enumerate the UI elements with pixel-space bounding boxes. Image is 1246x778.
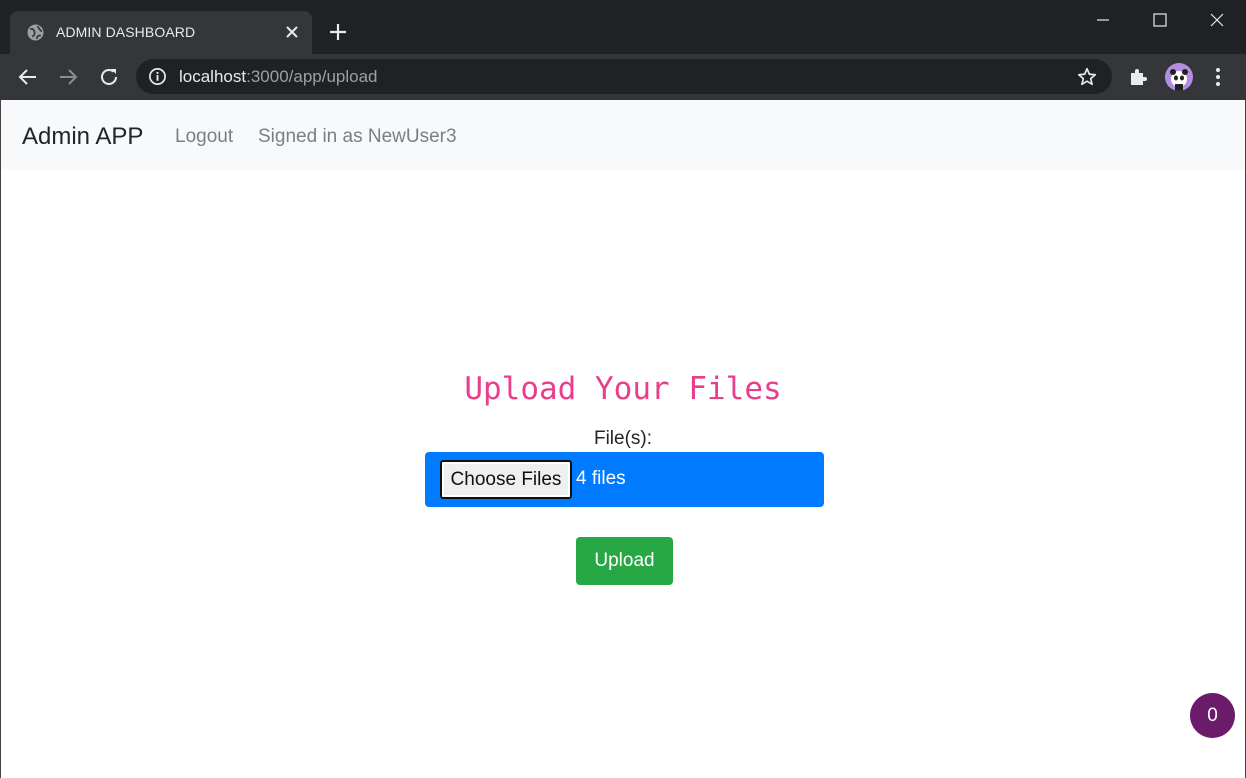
url-text: localhost:3000/app/upload bbox=[179, 67, 378, 87]
forward-arrow-icon[interactable] bbox=[56, 65, 80, 89]
choose-files-button[interactable]: Choose Files bbox=[440, 460, 572, 499]
files-label: File(s): bbox=[593, 428, 653, 449]
browser-toolbar: localhost:3000/app/upload bbox=[0, 54, 1246, 100]
kebab-menu-icon[interactable] bbox=[1206, 65, 1230, 89]
info-icon[interactable] bbox=[148, 67, 167, 86]
navbar-brand[interactable]: Admin APP bbox=[22, 123, 143, 151]
address-bar[interactable]: localhost:3000/app/upload bbox=[136, 59, 1112, 94]
browser-tab[interactable]: ADMIN DASHBOARD bbox=[10, 11, 312, 54]
upload-button[interactable]: Upload bbox=[576, 537, 673, 585]
page-title: Upload Your Files bbox=[464, 371, 782, 407]
logout-link[interactable]: Logout bbox=[175, 126, 233, 148]
minimize-window-icon[interactable] bbox=[1074, 0, 1132, 40]
profile-avatar[interactable] bbox=[1165, 63, 1193, 91]
app-navbar: Admin APP Logout Signed in as NewUser3 bbox=[1, 100, 1245, 170]
selected-file-count: 4 files bbox=[576, 468, 626, 489]
back-arrow-icon[interactable] bbox=[16, 65, 40, 89]
page-content: Admin APP Logout Signed in as NewUser3 U… bbox=[0, 100, 1246, 778]
bookmark-star-icon[interactable] bbox=[1076, 66, 1098, 88]
url-host: localhost bbox=[179, 67, 247, 86]
file-input[interactable]: Choose Files 4 files bbox=[425, 452, 824, 507]
new-tab-icon[interactable] bbox=[326, 20, 350, 44]
browser-tab-strip: ADMIN DASHBOARD bbox=[0, 0, 1246, 54]
tab-title: ADMIN DASHBOARD bbox=[56, 24, 196, 40]
url-path: :3000/app/upload bbox=[246, 67, 378, 86]
reload-icon[interactable] bbox=[97, 65, 121, 89]
close-tab-icon[interactable] bbox=[282, 22, 302, 42]
maximize-window-icon[interactable] bbox=[1132, 0, 1190, 40]
panda-avatar-icon bbox=[1170, 69, 1188, 91]
signed-in-text: Signed in as NewUser3 bbox=[258, 126, 457, 147]
close-window-icon[interactable] bbox=[1188, 0, 1246, 40]
extensions-puzzle-icon[interactable] bbox=[1127, 65, 1151, 89]
globe-icon bbox=[27, 24, 44, 41]
notification-count-badge[interactable]: 0 bbox=[1190, 693, 1235, 738]
